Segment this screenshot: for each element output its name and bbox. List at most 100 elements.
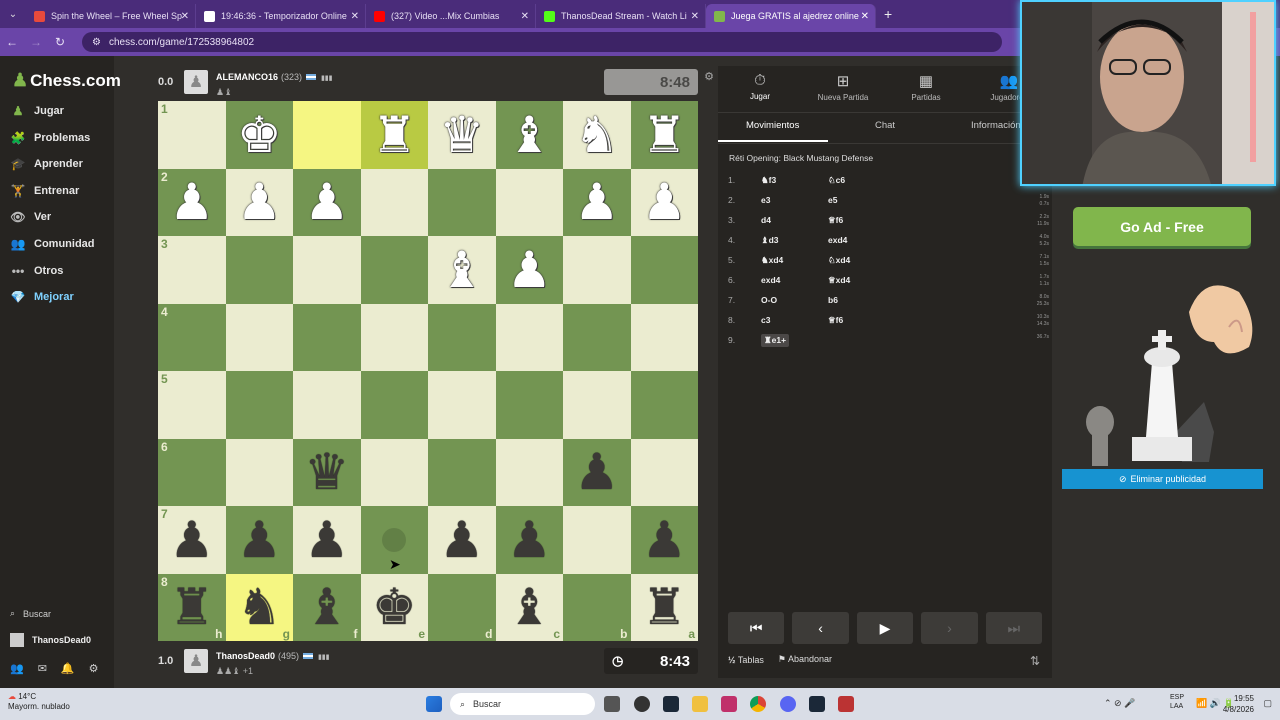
resign-button[interactable]: ⚑ Abandonar xyxy=(778,654,832,665)
sidebar-user[interactable]: ThanosDead0 xyxy=(10,633,91,647)
board-square[interactable] xyxy=(428,168,496,236)
black-move[interactable]: ♘c6 xyxy=(828,175,898,186)
play-button[interactable]: ▶ xyxy=(856,612,914,644)
bell-icon[interactable]: 🔔 xyxy=(61,662,75,675)
board-square[interactable]: ♟ xyxy=(563,168,631,236)
black-knight-icon[interactable]: ♞ xyxy=(237,582,282,632)
black-move[interactable]: ♘xd4 xyxy=(828,255,898,266)
new-tab-button[interactable]: + xyxy=(884,6,892,22)
app-icon-2[interactable] xyxy=(838,696,854,712)
board-square[interactable] xyxy=(495,303,563,371)
board-square[interactable] xyxy=(630,236,698,304)
board-square[interactable]: 7 ♟ xyxy=(158,506,226,574)
bottom-player-name[interactable]: ThanosDead0 xyxy=(216,651,275,661)
tab-nueva-partida[interactable]: ⊞ Nueva Partida xyxy=(801,72,885,102)
white-move[interactable]: O-O xyxy=(761,295,828,305)
board-square[interactable] xyxy=(225,236,293,304)
close-tab-icon[interactable]: ✕ xyxy=(691,11,699,22)
board-square[interactable] xyxy=(495,168,563,236)
board-square[interactable] xyxy=(563,506,631,574)
avatar[interactable]: ♟ xyxy=(184,70,208,94)
board-square[interactable] xyxy=(293,236,361,304)
black-move[interactable]: ♕xd4 xyxy=(828,275,898,286)
board-square[interactable]: ♟ xyxy=(495,506,563,574)
white-pawn-icon[interactable]: ♟ xyxy=(642,177,687,227)
notification-icon[interactable]: ▢ xyxy=(1263,698,1272,709)
black-pawn-icon[interactable]: ♟ xyxy=(439,515,484,565)
back-icon[interactable]: ← xyxy=(0,35,24,49)
board-square[interactable] xyxy=(360,236,428,304)
app-icon[interactable] xyxy=(634,696,650,712)
tray-icons[interactable]: ⌃ ⊘ 🎤 xyxy=(1104,698,1135,709)
board-square[interactable] xyxy=(428,303,496,371)
white-rook-icon[interactable]: ♜ xyxy=(372,110,417,160)
gear-icon[interactable]: ⚙ xyxy=(89,662,99,675)
board-square[interactable]: 8 h ♜ xyxy=(158,573,226,641)
board-square[interactable]: ♟ xyxy=(630,168,698,236)
subtab-2[interactable]: Información xyxy=(971,120,1021,131)
draw-button[interactable]: ½ Tablas xyxy=(728,655,764,665)
board-square[interactable]: ♝ xyxy=(428,236,496,304)
board-square[interactable]: d xyxy=(428,573,496,641)
board-square[interactable]: c ♝ xyxy=(495,573,563,641)
previous-move-button[interactable]: ‹ xyxy=(792,612,849,644)
board-square[interactable]: 5 xyxy=(158,371,226,439)
browser-tab[interactable]: (327) Video ...Mix Cumbias ✕ xyxy=(366,4,536,28)
black-pawn-icon[interactable]: ♟ xyxy=(574,447,619,497)
white-king-icon[interactable]: ♚ xyxy=(237,110,282,160)
black-move[interactable]: b6 xyxy=(828,295,898,305)
board-square[interactable]: 1 xyxy=(158,101,226,169)
close-tab-icon[interactable]: ✕ xyxy=(181,11,189,22)
chess-logo[interactable]: ♟ Chess.com xyxy=(12,70,121,91)
system-clock[interactable]: 19:55 4/8/2026 xyxy=(1223,693,1254,715)
white-pawn-icon[interactable]: ♟ xyxy=(304,177,349,227)
sidebar-item-problemas[interactable]: 🧩 Problemas xyxy=(10,127,91,149)
white-pawn-icon[interactable]: ♟ xyxy=(237,177,282,227)
board-square[interactable]: f ♝ xyxy=(293,573,361,641)
board-square[interactable] xyxy=(495,438,563,506)
board-square[interactable] xyxy=(360,303,428,371)
close-tab-icon[interactable]: ✕ xyxy=(861,11,869,22)
board-square[interactable] xyxy=(630,438,698,506)
board-square[interactable] xyxy=(630,371,698,439)
black-pawn-icon[interactable]: ♟ xyxy=(304,515,349,565)
tab-jugar[interactable]: ⏱ Jugar xyxy=(718,72,802,101)
black-pawn-icon[interactable]: ♟ xyxy=(642,515,687,565)
black-bishop-icon[interactable]: ♝ xyxy=(304,582,349,632)
board-square[interactable] xyxy=(225,371,293,439)
black-move[interactable]: exd4 xyxy=(828,235,898,245)
sidebar-item-aprender[interactable]: 🎓 Aprender xyxy=(10,153,83,175)
board-square[interactable]: ♚ xyxy=(225,101,293,169)
board-square[interactable]: ♟ xyxy=(293,168,361,236)
black-pawn-icon[interactable]: ♟ xyxy=(507,515,552,565)
tab-partidas[interactable]: ▦ Partidas xyxy=(884,72,968,102)
white-rook-icon[interactable]: ♜ xyxy=(642,110,687,160)
discord-icon[interactable] xyxy=(780,696,796,712)
board-square[interactable]: g ♞ xyxy=(225,573,293,641)
white-move[interactable]: exd4 xyxy=(761,275,828,285)
white-move[interactable]: d4 xyxy=(761,215,828,225)
language-indicator[interactable]: ESP LAA xyxy=(1170,693,1184,711)
black-pawn-icon[interactable]: ♟ xyxy=(169,515,214,565)
reload-icon[interactable]: ↻ xyxy=(48,35,72,49)
white-move[interactable]: ♜e1+ xyxy=(761,333,790,347)
forward-icon[interactable]: → xyxy=(24,35,48,49)
board-square[interactable]: ♛ xyxy=(293,438,361,506)
browser-tab[interactable]: ThanosDead Stream - Watch Li ✕ xyxy=(536,4,706,28)
board-square[interactable]: 4 xyxy=(158,303,226,371)
board-square[interactable] xyxy=(563,371,631,439)
last-move-button[interactable]: ⏭ xyxy=(985,612,1043,644)
board-square[interactable]: ♜ xyxy=(360,101,428,169)
weather-widget[interactable]: ☁ 14°C Mayorm. nublado xyxy=(8,692,70,712)
board-square[interactable]: ♛ xyxy=(428,101,496,169)
board-square[interactable] xyxy=(293,303,361,371)
board-square[interactable] xyxy=(225,303,293,371)
browser-tab[interactable]: Spin the Wheel – Free Wheel Sp ✕ xyxy=(26,4,196,28)
tab-list-icon[interactable]: ⌄ xyxy=(0,9,26,20)
steam-icon-2[interactable] xyxy=(809,696,825,712)
avatar[interactable]: ♟ xyxy=(184,649,208,673)
board-square[interactable] xyxy=(360,371,428,439)
move-hint-dot[interactable] xyxy=(382,527,407,552)
board-square[interactable]: ♟ xyxy=(495,236,563,304)
close-tab-icon[interactable]: ✕ xyxy=(351,11,359,22)
